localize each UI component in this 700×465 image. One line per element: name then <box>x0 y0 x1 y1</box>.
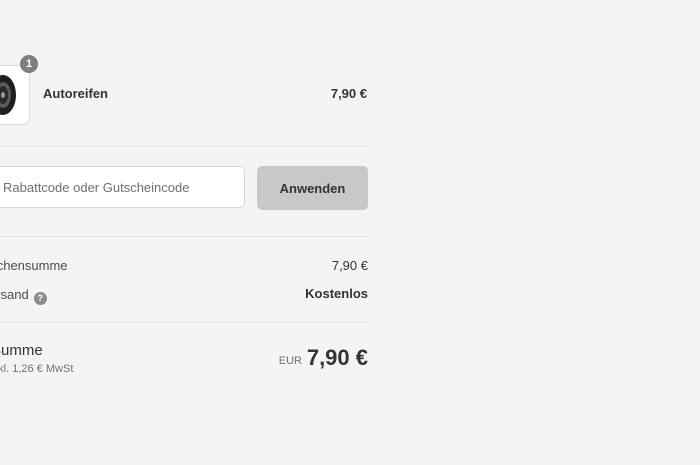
currency-code: EUR <box>278 355 302 367</box>
product-name: Autoreifen <box>43 86 108 101</box>
subtotal-value: 7,90 € <box>331 258 368 273</box>
product-thumbnail <box>0 65 30 125</box>
shipping-value: Kostenlos <box>305 286 368 301</box>
total-value: 7,90 € <box>306 345 368 370</box>
apply-discount-button[interactable]: Anwenden <box>257 166 368 210</box>
total-label: Summe <box>0 342 43 359</box>
subtotal-label: Zwischensumme <box>0 258 68 273</box>
quantity-badge: 1 <box>20 55 38 73</box>
shipping-label: Versand <box>0 287 29 302</box>
product-price: 7,90 € <box>330 86 367 101</box>
tire-icon <box>0 75 16 115</box>
discount-code-input[interactable] <box>0 166 245 208</box>
divider <box>0 322 368 323</box>
divider <box>0 146 368 147</box>
tax-note: Inkl. 1,26 € MwSt <box>0 363 74 375</box>
shipping-row: Versand? <box>0 286 47 305</box>
divider <box>0 236 368 237</box>
help-icon[interactable]: ? <box>33 291 47 305</box>
